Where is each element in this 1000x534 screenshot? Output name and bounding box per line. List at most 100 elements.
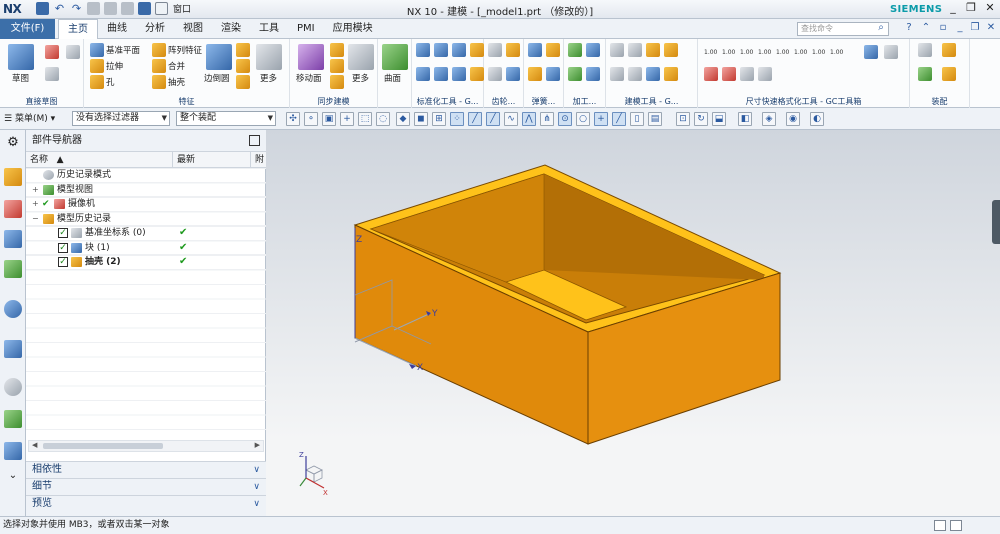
snap-spline-icon[interactable]: ∿ (504, 112, 518, 126)
replace-face-icon[interactable] (330, 75, 344, 89)
dim-format-6[interactable]: 1.00 (794, 49, 807, 56)
pattern-feature-icon[interactable] (152, 43, 166, 57)
datum-plane-button[interactable]: 基准平面 (106, 44, 140, 56)
panel-dependencies[interactable]: 相依性 ∨ (26, 461, 266, 478)
add-component-icon[interactable] (918, 67, 932, 81)
dim-format-8[interactable]: 1.00 (830, 49, 843, 56)
extrude-button[interactable]: 拉伸 (106, 60, 123, 72)
select-all-icon[interactable]: ▣ (322, 112, 336, 126)
navigator-close-icon[interactable] (249, 135, 260, 146)
crosshair-icon[interactable]: + (340, 112, 354, 126)
tree-item-cameras[interactable]: + ✔ 摄像机 (26, 197, 266, 212)
snap-curve-icon[interactable]: ╱ (486, 112, 500, 126)
more-sync-icon[interactable] (348, 44, 374, 70)
shaded-icon[interactable]: ◈ (762, 112, 776, 126)
panel-details[interactable]: 细节 ∨ (26, 478, 266, 495)
roles-icon[interactable] (4, 442, 22, 460)
hole-icon[interactable] (90, 75, 104, 89)
std-tool-3-icon[interactable] (452, 43, 466, 57)
move-face-button[interactable]: 移动面 (296, 72, 322, 84)
dim-format-3[interactable]: 1.00 (740, 49, 753, 56)
scroll-left-icon[interactable]: ◀ (32, 441, 37, 449)
machining-3-icon[interactable] (568, 67, 582, 81)
body-select-icon[interactable]: ◼ (414, 112, 428, 126)
spring-3-icon[interactable] (528, 67, 542, 81)
profile-icon[interactable] (45, 45, 59, 59)
surface-icon[interactable] (382, 44, 408, 70)
gear-4-icon[interactable] (506, 67, 520, 81)
machining-4-icon[interactable] (586, 67, 600, 81)
edge-select-icon[interactable]: ⊞ (432, 112, 446, 126)
fit-view-icon[interactable]: ⊡ (676, 112, 690, 126)
tree-item-model-history[interactable]: − 模型历史记录 (26, 212, 266, 226)
offset-region-icon[interactable] (330, 59, 344, 73)
assembly-3-icon[interactable] (942, 67, 956, 81)
std-part-icon[interactable] (416, 43, 430, 57)
draft-icon[interactable] (236, 59, 250, 73)
tab-applications[interactable]: 应用模块 (324, 19, 382, 39)
sketch-icon[interactable] (8, 44, 34, 70)
dim-format-2[interactable]: 1.00 (722, 49, 735, 56)
help-icon[interactable]: ? (902, 22, 916, 33)
machining-icon[interactable] (568, 43, 582, 57)
dim-format-7[interactable]: 1.00 (812, 49, 825, 56)
rotate-view-icon[interactable]: ↻ (694, 112, 708, 126)
tree-item-datum-csys[interactable]: ✓ 基准坐标系 (0) ✔ (26, 226, 266, 241)
type-filter-dropdown[interactable]: 没有选择过滤器 ▼ (72, 111, 170, 126)
pull-face-icon[interactable] (330, 43, 344, 57)
visibility-checkbox[interactable]: ✓ (58, 257, 68, 267)
dim-tool-3-icon[interactable] (740, 67, 754, 81)
tree-item-history-mode[interactable]: 历史记录模式 (26, 168, 266, 183)
select-lasso-icon[interactable]: ◌ (376, 112, 390, 126)
tab-curve[interactable]: 曲线 (98, 19, 136, 39)
snap-point-icon[interactable]: ⋀ (522, 112, 536, 126)
unite-button[interactable]: 合并 (168, 60, 185, 72)
viewport-side-handle[interactable] (992, 200, 1000, 244)
snap-face-icon[interactable]: ▤ (648, 112, 662, 126)
snap-icon[interactable]: ✣ (286, 112, 300, 126)
std-tool-8-icon[interactable] (470, 67, 484, 81)
collapse-icon[interactable]: − (32, 212, 39, 226)
std-tool-4-icon[interactable] (470, 43, 484, 57)
surface-button[interactable]: 曲面 (384, 72, 401, 84)
datum-plane-icon[interactable] (90, 43, 104, 57)
close-icon[interactable]: ✕ (981, 1, 999, 14)
column-more[interactable]: 附 (251, 152, 266, 168)
machining-2-icon[interactable] (586, 43, 600, 57)
chamfer-icon[interactable] (236, 43, 250, 57)
snap-grid-icon[interactable]: ⁘ (450, 112, 464, 126)
expand-icon[interactable]: + (32, 197, 39, 211)
tab-pmi[interactable]: PMI (288, 19, 324, 39)
menu-button[interactable]: ☰ 菜单(M) ▾ (4, 111, 55, 124)
web-browser-icon[interactable] (4, 340, 22, 358)
scroll-thumb[interactable] (43, 443, 163, 449)
snap-mid-icon[interactable]: ▯ (630, 112, 644, 126)
tab-home[interactable]: 主页 (58, 19, 98, 39)
modeling-tool-5-icon[interactable] (610, 67, 624, 81)
column-latest[interactable]: 最新 (173, 152, 251, 168)
render-style-icon[interactable]: ◉ (786, 112, 800, 126)
tab-tools[interactable]: 工具 (250, 19, 288, 39)
visibility-checkbox[interactable]: ✓ (58, 242, 68, 253)
dim-tool-2-icon[interactable] (722, 67, 736, 81)
sketch-button[interactable]: 草图 (12, 72, 29, 84)
tab-file[interactable]: 文件(F) (0, 19, 55, 39)
assembly-2-icon[interactable] (942, 43, 956, 57)
gear-3-icon[interactable] (488, 67, 502, 81)
modeling-tool-3-icon[interactable] (646, 43, 660, 57)
selection-scope-dropdown[interactable]: 整个装配 ▼ (176, 111, 276, 126)
model-canvas[interactable]: Y X Z Z X (266, 130, 1000, 516)
std-tool-2-icon[interactable] (434, 43, 448, 57)
dim-tool-4-icon[interactable] (758, 67, 772, 81)
snap-center-icon[interactable]: ⊙ (558, 112, 572, 126)
spring-icon[interactable] (528, 43, 542, 57)
face-select-icon[interactable]: ◆ (396, 112, 410, 126)
navigator-horizontal-scrollbar[interactable]: ◀ ▶ (28, 440, 264, 452)
modeling-tool-4-icon[interactable] (664, 43, 678, 57)
view-orient-icon[interactable]: ⬓ (712, 112, 726, 126)
shell-icon[interactable] (152, 75, 166, 89)
restore-icon[interactable]: ❐ (962, 1, 980, 14)
gear-2-icon[interactable] (506, 43, 520, 57)
snap-on-curve-icon[interactable]: ╱ (612, 112, 626, 126)
more-feature-button[interactable]: 更多 (260, 72, 277, 84)
